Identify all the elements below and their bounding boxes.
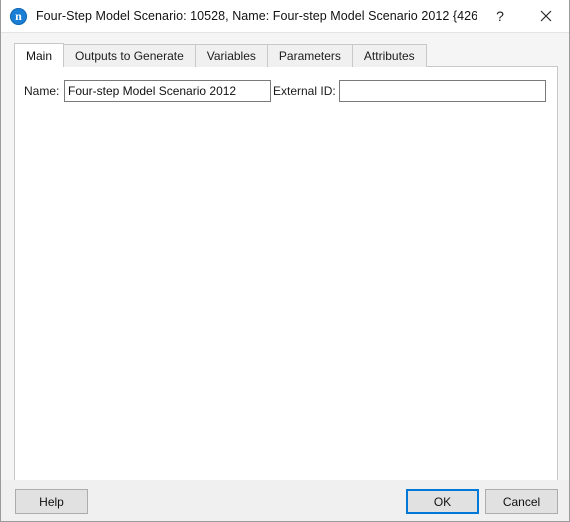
tab-main-label: Main bbox=[26, 48, 53, 63]
app-icon-n: n bbox=[10, 7, 27, 25]
tab-variables-label: Variables bbox=[206, 49, 256, 63]
external-id-input[interactable] bbox=[339, 80, 546, 102]
tab-outputs-to-generate[interactable]: Outputs to Generate bbox=[63, 44, 196, 67]
title-bar: n Four-Step Model Scenario: 10528, Name:… bbox=[1, 0, 569, 33]
tab-content-panel-main: Name: External ID: bbox=[14, 66, 558, 514]
tab-strip: Main Outputs to Generate Variables Param… bbox=[14, 43, 427, 67]
window-title: Four-Step Model Scenario: 10528, Name: F… bbox=[36, 9, 477, 23]
external-id-label: External ID: bbox=[273, 84, 336, 98]
tab-parameters-label: Parameters bbox=[278, 49, 341, 63]
cancel-button[interactable]: Cancel bbox=[485, 489, 558, 514]
tab-attributes-label: Attributes bbox=[363, 49, 415, 63]
close-icon[interactable] bbox=[523, 0, 569, 32]
dialog-footer: Help OK Cancel bbox=[1, 480, 569, 521]
main-form-row: Name: External ID: bbox=[15, 80, 557, 102]
help-icon[interactable]: ? bbox=[477, 0, 523, 32]
tab-variables[interactable]: Variables bbox=[194, 44, 268, 67]
dialog-window: n Four-Step Model Scenario: 10528, Name:… bbox=[0, 0, 570, 522]
tab-outputs-to-generate-label: Outputs to Generate bbox=[75, 49, 184, 63]
ok-button[interactable]: OK bbox=[406, 489, 479, 514]
client-area: Main Outputs to Generate Variables Param… bbox=[1, 33, 569, 514]
help-button[interactable]: Help bbox=[15, 489, 88, 514]
tab-main[interactable]: Main bbox=[14, 43, 65, 67]
tab-parameters[interactable]: Parameters bbox=[266, 44, 353, 67]
tab-attributes[interactable]: Attributes bbox=[351, 44, 427, 67]
title-bar-buttons: ? bbox=[477, 0, 569, 32]
name-input[interactable] bbox=[64, 80, 271, 102]
name-label: Name: bbox=[24, 84, 60, 98]
app-icon-glyph: n bbox=[15, 8, 22, 23]
